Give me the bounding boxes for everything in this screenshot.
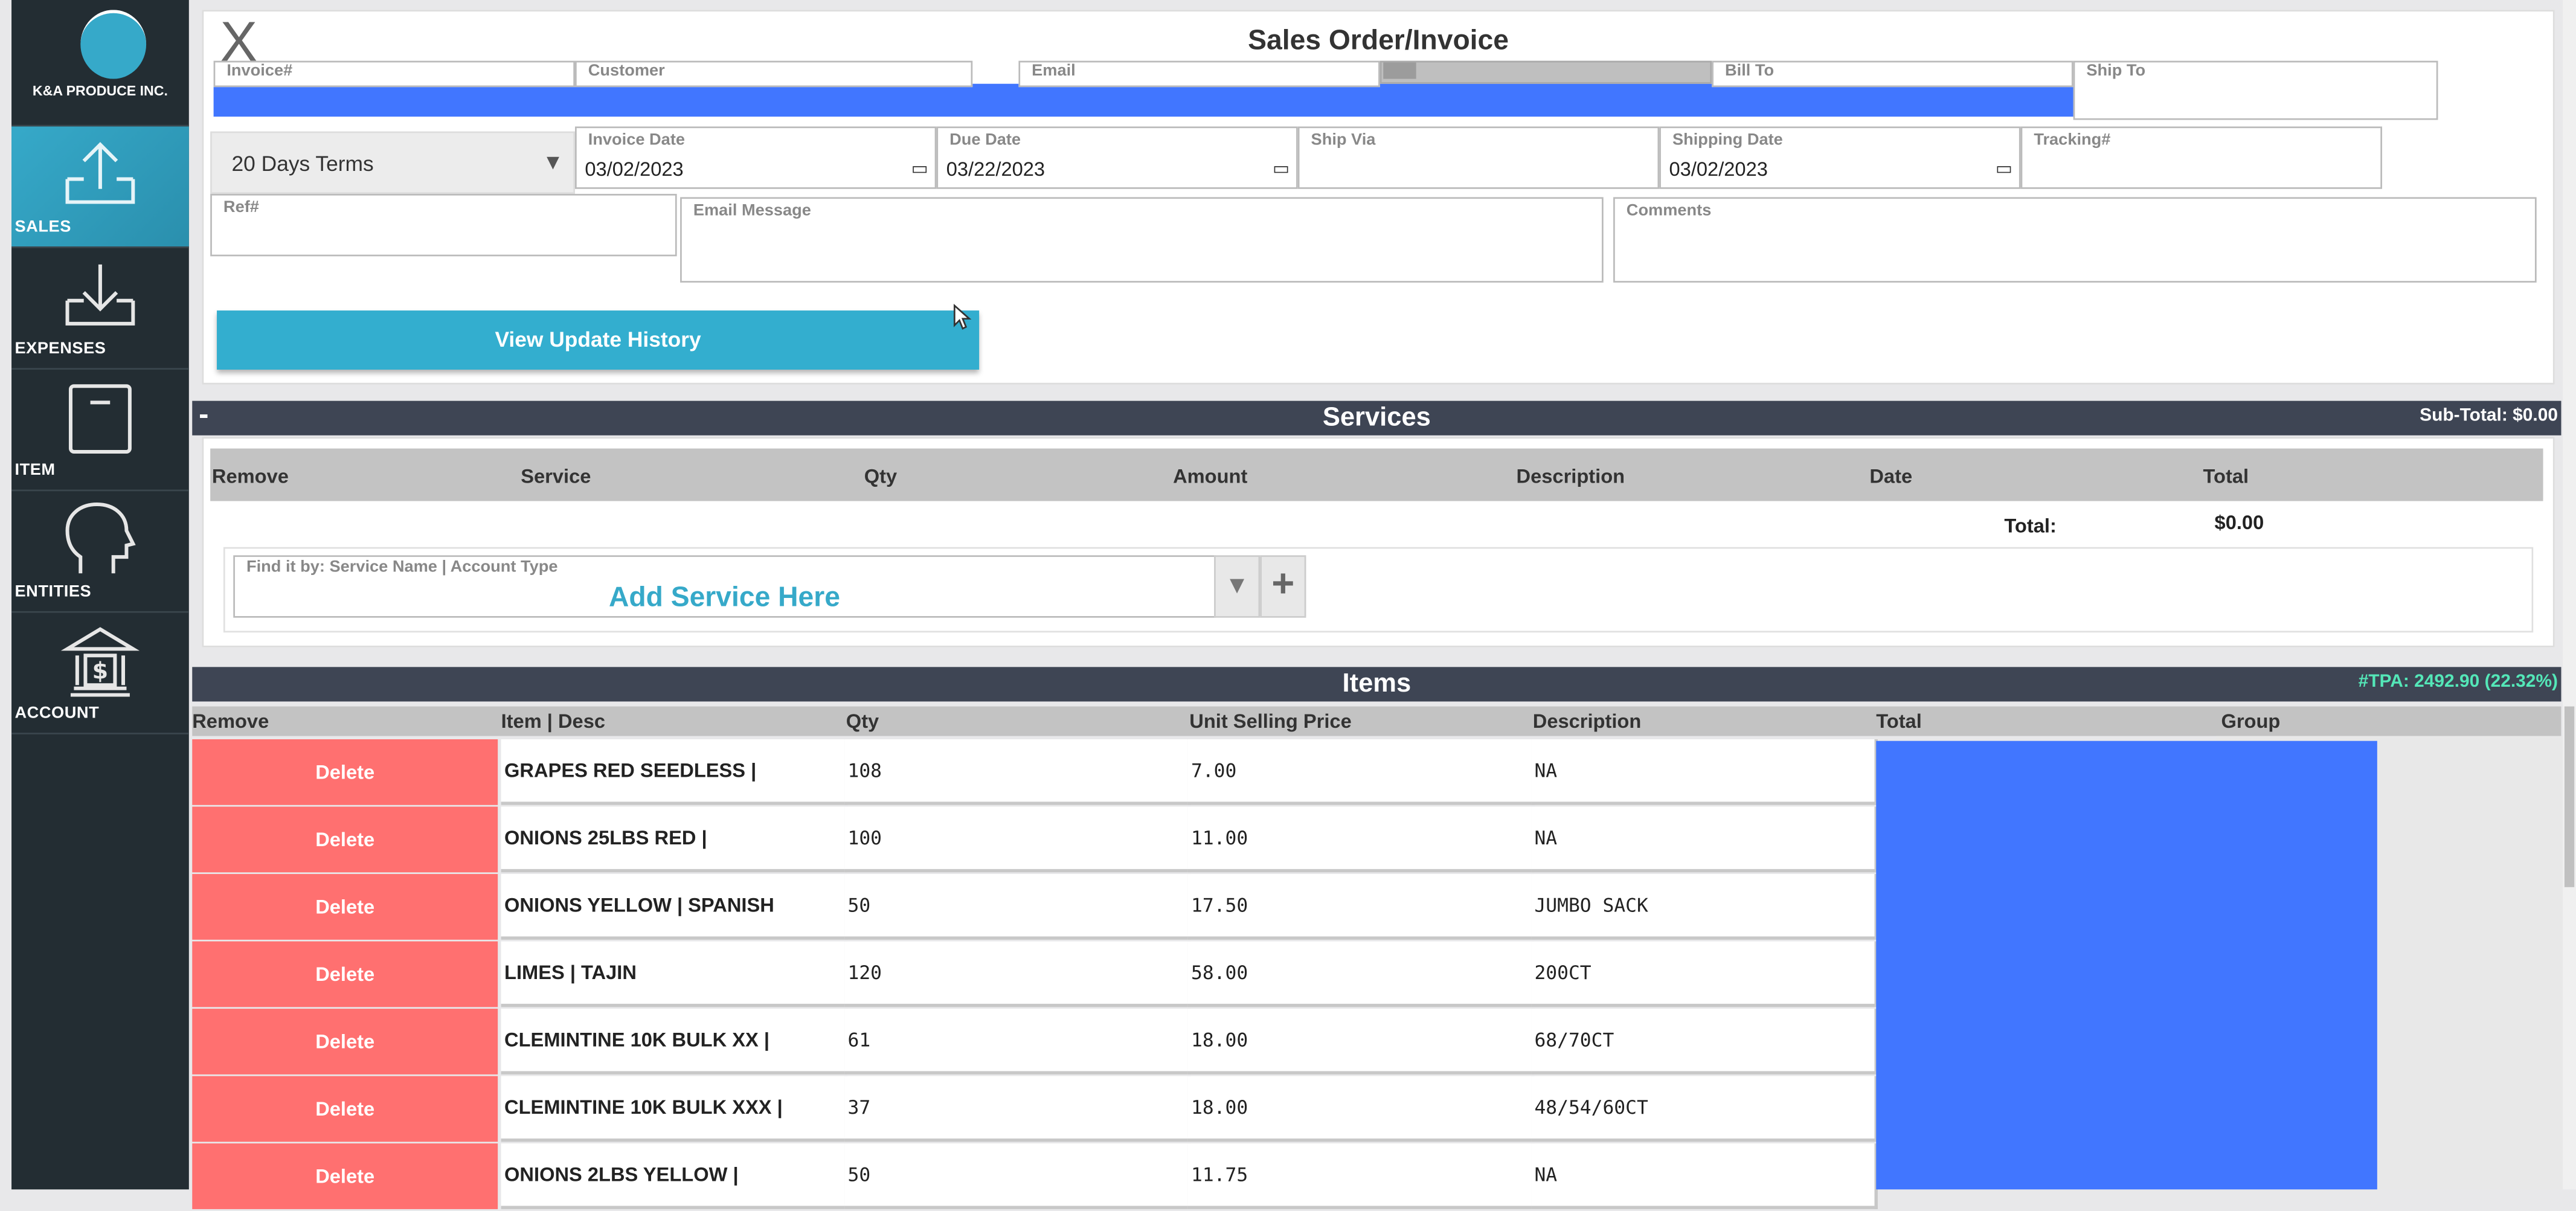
add-service-button[interactable]: + [1260, 555, 1306, 618]
items-table-header: Remove Item | Desc Qty Unit Selling Pric… [192, 706, 2562, 736]
shipping-date-field[interactable]: Shipping Date 03/02/2023 ▭ [1659, 126, 2021, 189]
invoice-number-field[interactable]: Invoice# [213, 60, 576, 88]
sidebar-item-label: SALES [14, 218, 71, 237]
download-tray-icon [65, 264, 135, 326]
email-field[interactable]: Email [1018, 60, 1380, 88]
bill-to-field[interactable]: Bill To [1712, 60, 2073, 88]
item-item-cell[interactable]: GRAPES RED SEEDLESS | [501, 739, 848, 805]
tracking-field[interactable]: Tracking# [2020, 126, 2382, 189]
svg-text:$: $ [92, 657, 109, 684]
main-content: X Sales Order/Invoice Invoice# Customer … [191, 0, 2576, 1209]
item-item-cell[interactable]: ONIONS 2LBS YELLOW | [501, 1143, 848, 1209]
delete-button[interactable]: Delete [192, 806, 498, 873]
items-header: Items #TPA: 2492.90 (22.32%) [192, 667, 2562, 702]
logo-icon [80, 10, 147, 79]
sidebar-item-label: ENTITIES [14, 583, 92, 602]
company-logo: K&A PRODUCE INC. [11, 0, 189, 127]
item-price-cell[interactable]: 7.00 [1187, 739, 1535, 805]
calendar-icon[interactable]: ▭ [911, 158, 928, 179]
delete-button[interactable]: Delete [192, 1076, 498, 1142]
services-total-value: $0.00 [2214, 510, 2264, 534]
services-subtotal: Sub-Total: $0.00 [2420, 405, 2558, 426]
total-selection-highlight [1876, 740, 2377, 1190]
item-qty-cell[interactable]: 100 [844, 806, 1191, 873]
invoice-form: X Sales Order/Invoice Invoice# Customer … [202, 10, 2555, 385]
item-qty-cell[interactable]: 61 [844, 1009, 1191, 1074]
comments-field[interactable]: Comments [1613, 197, 2537, 283]
sidebar-item-label: EXPENSES [14, 340, 106, 358]
item-price-cell[interactable]: 11.75 [1187, 1143, 1535, 1209]
item-qty-cell[interactable]: 108 [844, 739, 1191, 805]
item-price-cell[interactable]: 58.00 [1187, 941, 1535, 1007]
services-total-label: Total: [2004, 514, 2057, 538]
ref-field[interactable]: Ref# [210, 193, 677, 257]
item-desc-cell[interactable]: NA [1531, 806, 1878, 873]
sidebar: K&A PRODUCE INC. SALES EXPENSES ITEM ENT… [11, 0, 189, 1190]
ship-via-field[interactable]: Ship Via [1297, 126, 1660, 189]
delete-button[interactable]: Delete [192, 874, 498, 940]
bill-to-divider [1380, 60, 1712, 84]
sidebar-item-sales[interactable]: SALES [11, 126, 189, 248]
delete-button[interactable]: Delete [192, 739, 498, 805]
sidebar-item-item[interactable]: ITEM [11, 370, 189, 492]
item-price-cell[interactable]: 11.00 [1187, 806, 1535, 873]
tpa-summary: #TPA: 2492.90 (22.32%) [2358, 672, 2558, 692]
delete-button[interactable]: Delete [192, 1143, 498, 1209]
scrollbar-thumb[interactable] [2564, 706, 2575, 887]
email-message-field[interactable]: Email Message [680, 197, 1604, 283]
bank-icon: $ [60, 627, 140, 697]
selection-highlight [213, 83, 2324, 117]
item-item-cell[interactable]: CLEMINTINE 10K BULK XXX | [501, 1076, 848, 1142]
due-date-field[interactable]: Due Date 03/22/2023 ▭ [936, 126, 1298, 189]
item-desc-cell[interactable]: NA [1531, 739, 1878, 805]
upload-tray-icon [65, 142, 135, 204]
item-item-cell[interactable]: ONIONS 25LBS RED | [501, 806, 848, 873]
customer-field[interactable]: Customer [575, 60, 973, 88]
view-update-history-button[interactable]: View Update History [217, 310, 980, 370]
service-finder: Find it by: Service Name | Account Type … [223, 547, 2534, 633]
sidebar-item-entities[interactable]: ENTITIES [11, 491, 189, 613]
calendar-icon[interactable]: ▭ [1273, 158, 1290, 179]
service-search-input[interactable]: Find it by: Service Name | Account Type … [233, 555, 1216, 618]
item-qty-cell[interactable]: 120 [844, 941, 1191, 1007]
ship-to-field[interactable]: Ship To [2073, 60, 2438, 120]
page-title: Sales Order/Invoice [1248, 24, 1509, 56]
item-item-cell[interactable]: LIMES | TAJIN [501, 941, 848, 1007]
item-item-cell[interactable]: ONIONS YELLOW | SPANISH [501, 874, 848, 940]
dropdown-arrow-icon: ▼ [542, 149, 564, 175]
toggle-swatch[interactable] [1383, 62, 1416, 79]
sidebar-item-label: ITEM [14, 461, 56, 480]
services-table-header: Remove Service Qty Amount Description Da… [210, 448, 2543, 501]
sidebar-item-expenses[interactable]: EXPENSES [11, 248, 189, 370]
calendar-icon[interactable]: ▭ [1996, 158, 2012, 179]
item-qty-cell[interactable]: 50 [844, 874, 1191, 940]
item-item-cell[interactable]: CLEMINTINE 10K BULK XX | [501, 1009, 848, 1074]
item-desc-cell[interactable]: NA [1531, 1143, 1878, 1209]
delete-button[interactable]: Delete [192, 941, 498, 1007]
scrollbar[interactable] [2563, 0, 2576, 1190]
mouse-cursor-icon [953, 304, 972, 330]
sidebar-item-label: ACCOUNT [14, 704, 100, 723]
item-desc-cell[interactable]: 48/54/60CT [1531, 1076, 1878, 1142]
item-desc-cell[interactable]: JUMBO SACK [1531, 874, 1878, 940]
sidebar-item-account[interactable]: $ ACCOUNT [11, 613, 189, 734]
item-price-cell[interactable]: 18.00 [1187, 1076, 1535, 1142]
services-panel: Remove Service Qty Amount Description Da… [202, 437, 2555, 647]
terms-select[interactable]: 20 Days Terms ▼ [210, 131, 575, 194]
box-icon [68, 384, 132, 454]
delete-button[interactable]: Delete [192, 1009, 498, 1074]
head-profile-icon [65, 503, 136, 574]
item-price-cell[interactable]: 18.00 [1187, 1009, 1535, 1074]
invoice-date-field[interactable]: Invoice Date 03/02/2023 ▭ [575, 126, 937, 189]
company-name: K&A PRODUCE INC. [32, 82, 168, 99]
item-desc-cell[interactable]: 68/70CT [1531, 1009, 1878, 1074]
dropdown-arrow-icon[interactable]: ▼ [1214, 555, 1261, 618]
item-qty-cell[interactable]: 50 [844, 1143, 1191, 1209]
services-header: - Services Sub-Total: $0.00 [192, 397, 2562, 435]
item-desc-cell[interactable]: 200CT [1531, 941, 1878, 1007]
item-qty-cell[interactable]: 37 [844, 1076, 1191, 1142]
item-price-cell[interactable]: 17.50 [1187, 874, 1535, 940]
